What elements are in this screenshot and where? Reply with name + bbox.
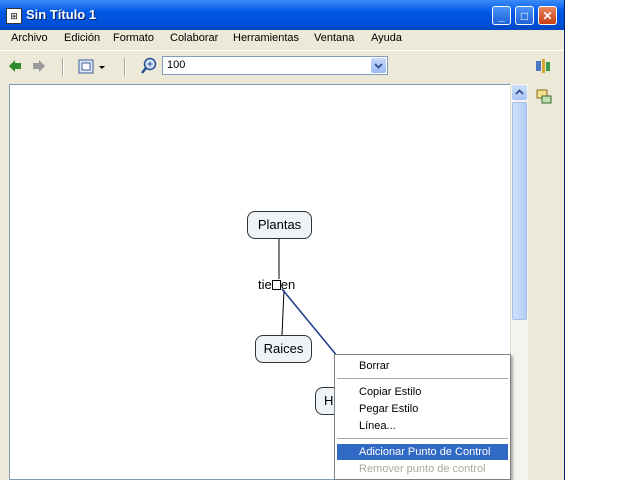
control-point-handle[interactable] bbox=[271, 280, 281, 290]
linking-phrase-text: tie bbox=[258, 277, 272, 292]
menu-item-adicionar-punto-de-control[interactable]: Adicionar Punto de Control bbox=[359, 446, 490, 458]
scroll-thumb[interactable] bbox=[512, 102, 527, 320]
menu-separator bbox=[337, 438, 508, 439]
vertical-scrollbar[interactable] bbox=[510, 84, 528, 480]
menu-item-linea[interactable]: Línea... bbox=[359, 420, 396, 432]
concept-raices[interactable]: Raices bbox=[255, 335, 312, 363]
menu-item-borrar[interactable]: Borrar bbox=[359, 360, 390, 372]
concept-plantas[interactable]: Plantas bbox=[247, 211, 312, 239]
collaboration-icon[interactable] bbox=[535, 88, 553, 106]
menu-item-copiar-estilo[interactable]: Copiar Estilo bbox=[359, 386, 421, 398]
linking-phrase[interactable]: tie en bbox=[258, 277, 295, 292]
link-line-raices bbox=[281, 289, 285, 336]
menu-item-pegar-estilo[interactable]: Pegar Estilo bbox=[359, 403, 418, 415]
menu-separator bbox=[337, 378, 508, 379]
context-menu: Borrar Copiar Estilo Pegar Estilo Línea.… bbox=[334, 354, 511, 480]
right-side-panel bbox=[528, 84, 564, 480]
linking-phrase-suffix: en bbox=[280, 277, 296, 292]
menu-item-remover-punto-de-control: Remover punto de control bbox=[359, 463, 486, 475]
scroll-up-button[interactable] bbox=[512, 85, 527, 100]
